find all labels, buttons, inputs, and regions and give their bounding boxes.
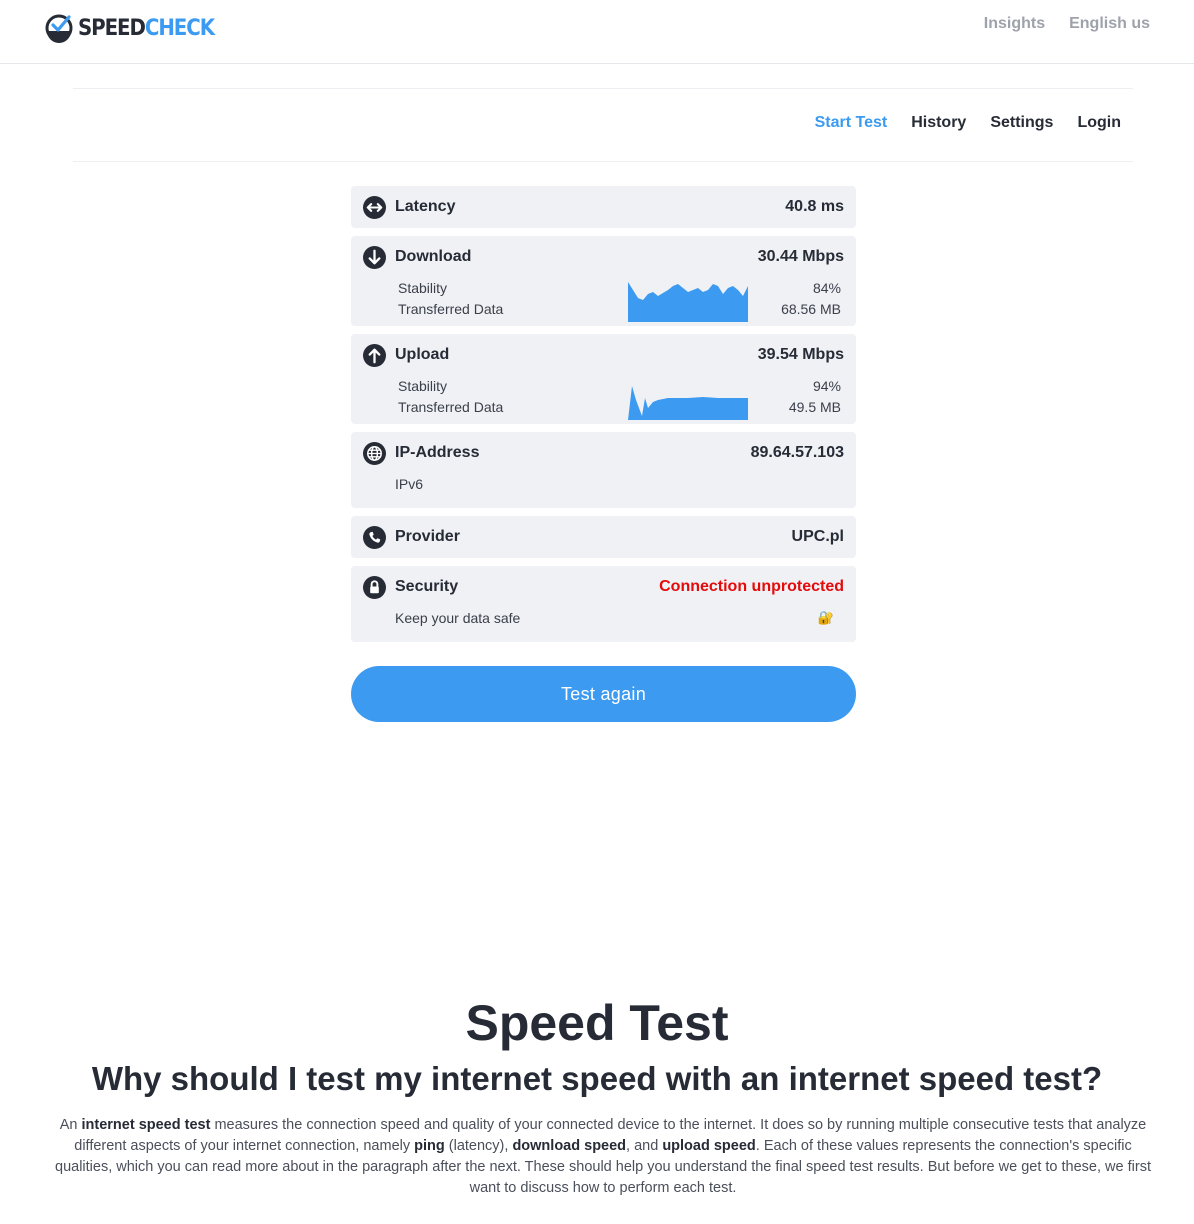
tab-login[interactable]: Login xyxy=(1077,114,1121,132)
upload-transferred-value: 49.5 MB xyxy=(788,399,841,415)
language-selector[interactable]: English us xyxy=(1069,15,1150,33)
upload-label: Upload xyxy=(395,346,450,363)
arrows-horizontal-icon xyxy=(363,195,386,219)
logo-wordmark: SPEEDCHECK xyxy=(78,15,215,41)
test-nav: Start Test History Settings Login xyxy=(815,114,1121,132)
ip-address-label: IP-Address xyxy=(395,444,480,461)
download-label: Download xyxy=(395,248,472,265)
latency-value: 40.8 ms xyxy=(785,198,844,215)
download-card: Download 30.44 Mbps Stability Transferre… xyxy=(351,236,856,326)
divider xyxy=(73,161,1133,162)
security-status: Connection unprotected xyxy=(659,578,844,595)
upload-card: Upload 39.54 Mbps Stability Transferred … xyxy=(351,334,856,424)
tab-settings[interactable]: Settings xyxy=(990,114,1053,132)
arrow-down-circle-icon xyxy=(363,245,386,269)
download-transferred-value: 68.56 MB xyxy=(781,301,841,317)
provider-value: UPC.pl xyxy=(791,528,844,545)
security-card: Security Connection unprotected Keep you… xyxy=(351,566,856,642)
test-again-button[interactable]: Test again xyxy=(351,666,856,722)
arrow-up-circle-icon xyxy=(363,343,386,367)
article-intro: An internet speed test measures the conn… xyxy=(55,1117,1151,1196)
top-links: Insights English us xyxy=(984,15,1150,33)
globe-icon xyxy=(363,441,386,465)
download-stability-value: 84% xyxy=(812,280,841,296)
lock-icon xyxy=(363,575,386,599)
download-sparkline xyxy=(628,282,748,322)
download-stability-label: Stability xyxy=(398,280,448,296)
upload-transferred-label: Transferred Data xyxy=(398,399,504,415)
upload-sparkline xyxy=(628,386,748,420)
upload-stability-label: Stability xyxy=(398,378,448,394)
speedcheck-logo[interactable]: SPEEDCHECK xyxy=(45,12,229,44)
results-panel: Latency 40.8 ms Download 30.44 Mbps Stab… xyxy=(351,186,856,650)
latency-card: Latency 40.8 ms xyxy=(351,186,856,228)
phone-icon xyxy=(363,525,386,549)
tab-history[interactable]: History xyxy=(911,114,966,132)
insights-link[interactable]: Insights xyxy=(984,15,1045,33)
top-header: SPEEDCHECK Insights English us xyxy=(0,0,1194,64)
download-transferred-label: Transferred Data xyxy=(398,301,504,317)
security-label: Security xyxy=(395,578,459,595)
page-title: Speed Test xyxy=(465,995,729,1051)
divider xyxy=(73,88,1133,89)
lock-key-icon: 🔐 xyxy=(817,610,834,625)
speedometer-check-icon xyxy=(45,14,73,43)
provider-card: Provider UPC.pl xyxy=(351,516,856,558)
upload-stability-value: 94% xyxy=(812,378,841,394)
article-subtitle: Why should I test my internet speed with… xyxy=(91,1060,1103,1097)
provider-label: Provider xyxy=(395,528,460,545)
security-hint[interactable]: Keep your data safe xyxy=(395,610,520,642)
tab-start-test[interactable]: Start Test xyxy=(815,114,888,132)
ip-version: IPv6 xyxy=(395,476,424,492)
ip-address-value: 89.64.57.103 xyxy=(750,444,844,461)
download-value: 30.44 Mbps xyxy=(757,248,844,265)
ip-address-card: IP-Address 89.64.57.103 IPv6 xyxy=(351,432,856,508)
upload-value: 39.54 Mbps xyxy=(757,346,844,363)
latency-label: Latency xyxy=(395,198,456,215)
